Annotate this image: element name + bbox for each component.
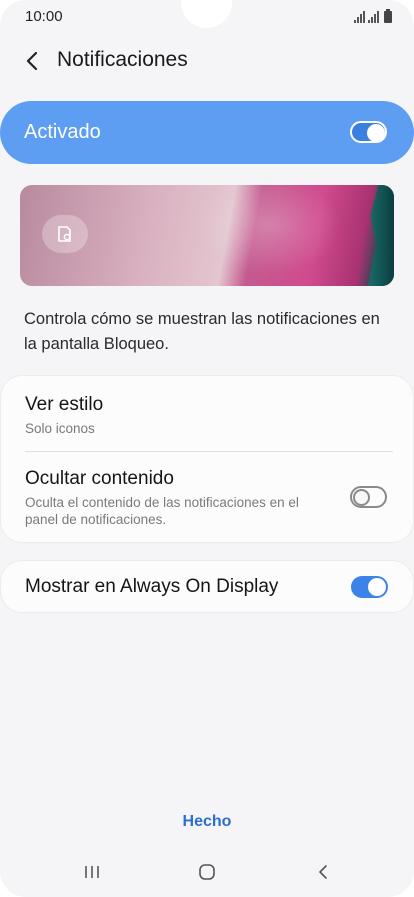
view-style-value: Solo iconos — [25, 421, 95, 436]
app-header: Notificaciones — [0, 40, 414, 82]
recent-apps-button[interactable] — [72, 860, 112, 884]
back-button[interactable] — [16, 46, 48, 76]
lock-screen-preview — [20, 185, 394, 286]
notification-icon-preview — [42, 215, 88, 253]
status-bar: 10:00 — [0, 0, 414, 34]
status-icons — [354, 9, 392, 23]
home-icon — [199, 864, 215, 880]
description-text: Controla cómo se muestran las notificaci… — [24, 310, 380, 353]
master-switch-label: Activado — [24, 121, 101, 143]
home-button[interactable] — [187, 860, 227, 884]
status-time: 10:00 — [25, 8, 63, 25]
hide-content-row[interactable]: Ocultar contenido Oculta el contenido de… — [1, 452, 413, 542]
page-title: Notificaciones — [57, 48, 188, 71]
navigation-bar — [0, 852, 414, 892]
done-button[interactable]: Hecho — [0, 813, 414, 831]
signal-icon — [354, 11, 365, 23]
chevron-left-icon — [26, 51, 38, 71]
hide-content-title: Ocultar contenido — [25, 468, 174, 489]
master-switch-bar[interactable]: Activado — [0, 101, 414, 164]
recent-apps-icon — [85, 866, 99, 878]
hide-content-toggle[interactable] — [350, 486, 387, 508]
camera-notch — [181, 0, 232, 28]
app-settings-icon — [58, 226, 71, 242]
view-style-row[interactable]: Ver estilo Solo iconos — [1, 376, 413, 451]
screen: 10:00 Notificaciones Activado Controla c… — [0, 0, 414, 897]
battery-icon — [384, 9, 392, 23]
hide-content-summary: Oculta el contenido de las notificacione… — [25, 495, 299, 527]
signal-icon-2 — [368, 11, 379, 23]
master-toggle[interactable] — [350, 121, 387, 143]
back-nav-button[interactable] — [303, 860, 343, 884]
settings-card: Ver estilo Solo iconos Ocultar contenido… — [0, 375, 414, 543]
always-on-display-toggle[interactable] — [351, 576, 388, 598]
back-nav-icon — [319, 865, 327, 879]
always-on-display-title: Mostrar en Always On Display — [25, 576, 279, 597]
view-style-title: Ver estilo — [25, 394, 104, 415]
always-on-display-card[interactable]: Mostrar en Always On Display — [0, 560, 414, 613]
